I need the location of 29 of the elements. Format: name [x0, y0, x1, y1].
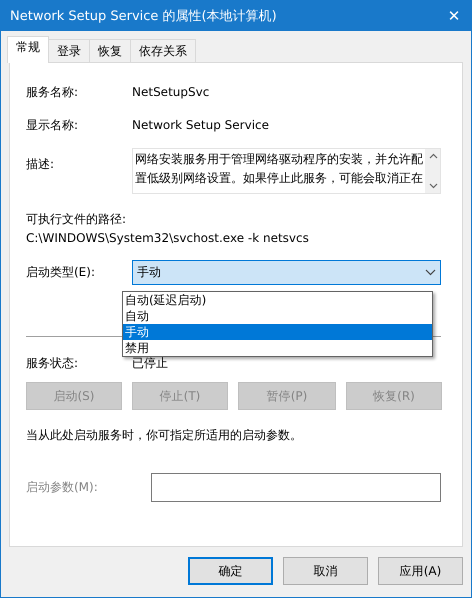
window-title: Network Setup Service 的属性(本地计算机) — [10, 8, 277, 25]
dialog-button[interactable]: 应用(A) — [378, 557, 463, 585]
dropdown-option[interactable]: 自动(延迟启动) — [123, 292, 432, 308]
field-label: 服务状态: — [26, 354, 80, 372]
field-label: 服务名称: — [26, 84, 80, 100]
path-text: C:\WINDOWS\System32\svchost.exe -k netsvcs — [26, 231, 310, 247]
dialog-button[interactable]: 确定 — [188, 557, 273, 585]
field-label: 启动类型(E): — [26, 264, 96, 281]
dropdown-option[interactable]: 禁用 — [123, 340, 432, 356]
field-value: Network Setup Service — [132, 118, 270, 132]
hint-text: 当从此处启动服务时，你可指定所适用的启动参数。 — [26, 427, 303, 444]
field-label: 可执行文件的路径: — [26, 211, 128, 228]
dialog-button[interactable]: 取消 — [283, 557, 368, 585]
scroll-up-icon[interactable] — [429, 153, 438, 159]
dropdown-option[interactable]: 自动 — [123, 308, 432, 324]
chevron-down-icon — [425, 269, 436, 276]
field-label: 显示名称: — [26, 116, 80, 134]
tab[interactable]: 常规 — [7, 36, 49, 63]
field-label: 描述: — [26, 156, 56, 173]
field-value: NetSetupSvc — [132, 85, 210, 99]
field-value: 已停止 — [132, 354, 168, 372]
close-button[interactable]: ✕ — [437, 1, 471, 31]
start-parameters-field[interactable] — [151, 473, 441, 502]
startup-type-dropdown[interactable]: 手动 — [132, 260, 441, 285]
field-label: 启动参数(M): — [26, 479, 98, 496]
scroll-down-icon[interactable] — [429, 183, 438, 189]
tab[interactable]: 依存关系 — [130, 39, 196, 62]
description-box: 网络安装服务用于管理网络驱动程序的安装，并允许配置低级别网络设置。如果停止此服务，可能会取消正在 — [132, 148, 441, 194]
dropdown-option[interactable]: 手动 — [123, 324, 432, 340]
